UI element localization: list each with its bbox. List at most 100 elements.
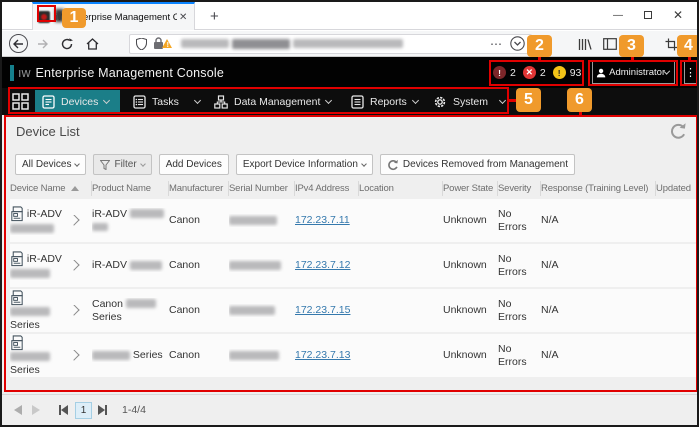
recycle-icon (387, 159, 399, 171)
app-header: ıw Enterprise Management Console !2✕2!93… (2, 57, 697, 88)
redacted-text (10, 307, 50, 316)
favicon-redacted (38, 11, 50, 23)
pocket-icon[interactable] (510, 36, 525, 51)
last-page-button[interactable] (98, 405, 107, 415)
library-icon[interactable] (578, 38, 592, 51)
logo-accent (10, 65, 14, 81)
reload-button[interactable] (61, 38, 73, 50)
column-header[interactable]: Response (Training Level) (541, 181, 656, 196)
first-page-button[interactable] (59, 405, 68, 415)
column-header[interactable]: Updated (656, 181, 699, 196)
lock-warning-icon: ! (153, 37, 173, 50)
device-list-panel: Device List All Devices Filter Add Devic… (2, 115, 697, 425)
redacted-text (130, 209, 164, 218)
redacted-text (229, 351, 279, 360)
home-button[interactable] (86, 38, 99, 50)
device-row[interactable]: iR-ADViR-ADV Canon172.23.7.11UnknownNoEr… (10, 199, 697, 244)
tab-bar: iW Enterprise Management Co ✕ + — ✕ (2, 2, 697, 30)
device-row[interactable]: Series SeriesCanon172.23.7.13UnknownNoEr… (10, 334, 697, 379)
page-actions-icon[interactable]: ⋯ (490, 37, 502, 51)
warning-icon: ! (553, 66, 566, 79)
ip-address-link[interactable]: 172.23.7.15 (295, 304, 350, 316)
redacted-text (92, 351, 130, 360)
system-gear-icon (433, 95, 447, 109)
ip-address-link[interactable]: 172.23.7.11 (295, 214, 350, 226)
add-devices-button[interactable]: Add Devices (159, 154, 229, 175)
redacted-text (92, 223, 108, 231)
redacted-smudge (55, 9, 64, 22)
ip-address-link[interactable]: 172.23.7.12 (295, 259, 350, 271)
tasks-icon (133, 95, 146, 109)
redacted-text (10, 352, 50, 361)
close-button[interactable]: ✕ (673, 8, 683, 22)
more-menu[interactable]: ⋮ (684, 61, 697, 84)
device-row[interactable]: iR-ADViR-ADV Canon172.23.7.12UnknownNoEr… (10, 244, 697, 289)
ip-address-link[interactable]: 172.23.7.13 (295, 349, 350, 361)
user-name: Administrator (609, 67, 665, 78)
tab-close-icon[interactable]: ✕ (179, 12, 187, 23)
panel-title: Device List (16, 124, 80, 139)
back-button[interactable] (9, 34, 28, 53)
nav-data-management[interactable]: Data Management (207, 90, 338, 113)
redacted-text (130, 261, 162, 270)
reports-icon (351, 95, 364, 109)
dashboard-grid-icon[interactable] (12, 93, 29, 110)
nav-system[interactable]: System (426, 90, 512, 113)
page-range: 1-4/4 (122, 404, 146, 416)
sort-asc-icon (71, 186, 79, 191)
prev-page-button[interactable] (2, 405, 22, 415)
expand-row-icon[interactable] (68, 260, 79, 271)
minimize-button[interactable]: — (613, 10, 623, 21)
column-header[interactable]: Product Name (92, 181, 169, 196)
nav-reports[interactable]: Reports (344, 90, 425, 113)
device-error-count: 2 (510, 67, 516, 79)
device-row[interactable]: SeriesCanon SeriesCanon172.23.7.15Unknow… (10, 289, 697, 334)
column-header[interactable]: Manufacturer (169, 181, 229, 196)
nav-devices[interactable]: Devices (35, 90, 120, 113)
redacted-text (229, 261, 281, 270)
url-bar[interactable]: ! ⋯ (129, 34, 532, 54)
alert-summary[interactable]: !2✕2!93 (493, 66, 588, 79)
column-header[interactable]: Severity (498, 181, 541, 196)
screenshot-icon[interactable] (665, 38, 678, 51)
browser-toolbar: ! ⋯ (2, 31, 697, 57)
sidebar-icon[interactable] (603, 38, 617, 50)
next-page-button[interactable] (22, 405, 40, 415)
printer-icon (10, 251, 24, 267)
maximize-button[interactable] (644, 11, 652, 19)
current-page[interactable]: 1 (75, 402, 92, 419)
expand-row-icon[interactable] (68, 350, 79, 361)
printer-icon (10, 290, 24, 306)
device-scope-dropdown[interactable]: All Devices (15, 154, 86, 175)
column-header[interactable]: Device Name (10, 181, 92, 196)
redacted-text (229, 306, 275, 315)
shield-icon (136, 38, 147, 50)
column-header[interactable]: Serial Number (229, 181, 295, 196)
devices-removed-button[interactable]: Devices Removed from Management (380, 154, 575, 175)
redacted-text (10, 224, 54, 233)
device-toolbar: All Devices Filter Add Devices Export De… (15, 154, 575, 175)
column-header[interactable]: Location (359, 181, 443, 196)
browser-window: iW Enterprise Management Co ✕ + — ✕ ! (0, 0, 699, 427)
user-icon (596, 66, 606, 80)
forward-button[interactable] (37, 39, 48, 49)
menu-icon[interactable] (690, 37, 699, 52)
devices-icon (42, 95, 55, 109)
tab-title: iW Enterprise Management Co (55, 12, 177, 23)
printer-icon (10, 206, 24, 222)
column-header[interactable]: IPv4 Address (295, 181, 359, 196)
filter-button[interactable]: Filter (93, 154, 151, 175)
data-management-icon (214, 95, 228, 109)
url-redacted (181, 39, 229, 48)
expand-row-icon[interactable] (68, 305, 79, 316)
refresh-icon[interactable] (667, 121, 688, 142)
user-menu[interactable]: Administrator (592, 61, 675, 84)
expand-row-icon[interactable] (68, 215, 79, 226)
redacted-text (10, 269, 50, 278)
export-device-info-button[interactable]: Export Device Information (236, 154, 373, 175)
redacted-text (229, 216, 277, 225)
table-header: Device NameProduct NameManufacturerSeria… (10, 181, 697, 199)
column-header[interactable]: Power State (443, 181, 498, 196)
nav-tasks[interactable]: Tasks (126, 90, 207, 113)
new-tab-button[interactable]: + (210, 8, 219, 25)
